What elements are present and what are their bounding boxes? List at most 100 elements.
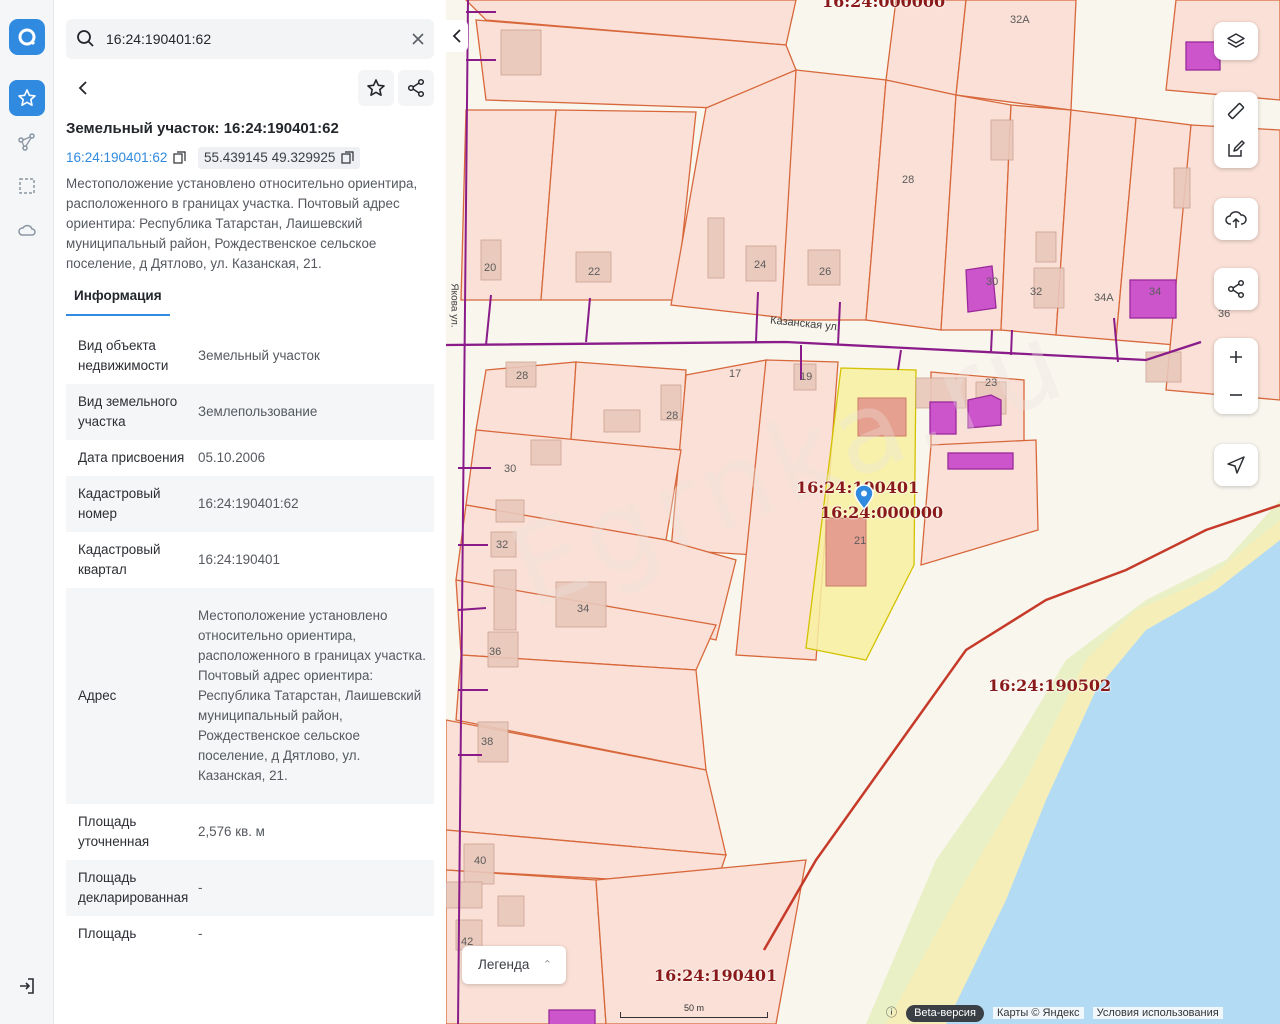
info-table: Вид объекта недвижимости Земельный участ… [66,328,434,952]
legend-label: Легенда [478,957,530,972]
street-label: Якова ул. [448,283,460,328]
house-number: 28 [516,370,529,382]
share-map-button[interactable] [1214,268,1258,310]
geolocation-control[interactable] [1214,444,1258,486]
share-button[interactable] [398,70,434,106]
row-value: 2,576 кв. м [198,824,265,839]
clear-search-icon[interactable] [410,31,426,47]
map-footer: ⓘ Beta-версия Карты © Яндекс Условия исп… [886,1004,1223,1022]
star-icon [367,79,385,96]
house-number: 17 [729,368,742,380]
house-number: 34 [577,603,590,615]
copy-icon[interactable] [173,151,186,164]
table-row: Площадь - [66,916,434,952]
row-value: - [198,926,203,941]
edit-button[interactable] [1214,130,1258,168]
house-number: 19 [800,371,813,383]
row-key: Адрес [78,688,117,703]
row-key: Площадь декларированная [78,870,189,905]
legend-button[interactable]: Легенда ⌃ [462,946,566,984]
map-attribution[interactable]: Карты © Яндекс [992,1007,1084,1019]
row-value: 16:24:190401 [198,552,280,567]
cadastral-quarter-label: 16:24:000000 [822,0,946,11]
minus-icon [1230,394,1242,396]
cloud-upload-icon [1225,211,1247,228]
row-key: Площадь уточненная [78,814,150,849]
select-area-rail-button[interactable] [9,168,45,204]
table-row: Площадь уточненная 2,576 кв. м [66,804,434,860]
chevron-left-icon [78,81,87,95]
cloud-rail-button[interactable] [9,212,45,248]
geolocation-button[interactable] [1214,444,1258,486]
table-row: Вид земельного участка Землепользование [66,384,434,440]
house-number: 20 [484,262,497,274]
house-number: 36 [489,646,502,658]
navigation-arrow-icon [1227,456,1245,474]
house-number: 26 [819,266,832,278]
terms-link[interactable]: Условия использования [1092,1007,1223,1019]
edit-icon [1228,140,1245,157]
back-button[interactable] [66,70,102,106]
zoom-in-button[interactable] [1214,338,1258,376]
cloud-icon [18,224,36,236]
copy-icon[interactable] [341,151,354,164]
logo-icon[interactable] [9,19,45,55]
row-value: Земельный участок [198,348,320,363]
house-number: 32 [496,539,509,551]
house-number: 40 [474,855,487,867]
info-panel: Земельный участок: 16:24:190401:62 16:24… [54,0,446,1024]
chevron-up-icon: ⌃ [542,959,552,971]
row-key: Дата присвоения [78,450,185,465]
house-number: 32 [1030,286,1043,298]
house-number: 21 [854,535,867,547]
tab-information[interactable]: Информация [66,280,170,316]
row-key: Вид объекта недвижимости [78,338,169,373]
select-area-icon [19,178,35,194]
table-row: Кадастровый номер 16:24:190401:62 [66,476,434,532]
search-bar [66,19,434,59]
collapse-panel-button[interactable] [446,20,468,52]
map-scale: 50 m [620,1003,768,1018]
route-icon [18,133,35,151]
row-key: Кадастровый квартал [78,542,161,577]
upload-control[interactable] [1214,198,1258,240]
house-number: 34 [1149,286,1162,298]
cadastral-number-link[interactable]: 16:24:190401:62 [66,147,186,169]
row-key: Площадь [78,926,137,941]
layers-button[interactable] [1214,22,1258,60]
house-number: 30 [504,463,517,475]
house-number: 28 [666,410,679,422]
search-icon[interactable] [76,29,96,49]
route-rail-button[interactable] [9,124,45,160]
row-value: Местоположение установлено относительно … [198,608,426,783]
cadastral-number-text: 16:24:190401:62 [66,150,168,165]
info-icon[interactable]: ⓘ [886,1007,897,1019]
coordinates-chip[interactable]: 55.439145 49.329925 [198,147,361,169]
ruler-button[interactable] [1214,92,1258,130]
house-number: 34А [1094,292,1114,304]
upload-button[interactable] [1214,198,1258,240]
table-row: Кадастровый квартал 16:24:190401 [66,532,434,588]
table-row: Дата присвоения 05.10.2006 [66,440,434,476]
location-pin-icon[interactable] [854,484,874,510]
house-number: 38 [481,736,494,748]
zoom-out-button[interactable] [1214,376,1258,414]
row-key: Вид земельного участка [78,394,178,429]
search-input[interactable] [106,19,396,59]
row-key: Кадастровый номер [78,486,161,521]
row-value: - [198,880,203,895]
cadastral-quarter-label: 16:24:190502 [988,676,1112,695]
favorite-button[interactable] [358,70,394,106]
favorites-rail-button[interactable] [9,80,45,116]
house-number: 23 [985,377,998,389]
logout-rail-button[interactable] [9,968,45,1004]
page-title: Земельный участок: 16:24:190401:62 [66,120,339,137]
share-map-control[interactable] [1214,268,1258,310]
cadastral-quarter-label: 16:24:190401 [654,966,778,985]
row-value: 05.10.2006 [198,450,266,465]
coordinates-text: 55.439145 49.329925 [204,150,336,165]
cadastral-quarter-label: 16:24:000000 [820,503,944,522]
house-number: 30 [986,276,999,288]
cadastral-map[interactable]: Egrnka.ru 16:24:000000 16:24:190401 16:2… [446,0,1280,1024]
layers-control[interactable] [1214,22,1258,60]
